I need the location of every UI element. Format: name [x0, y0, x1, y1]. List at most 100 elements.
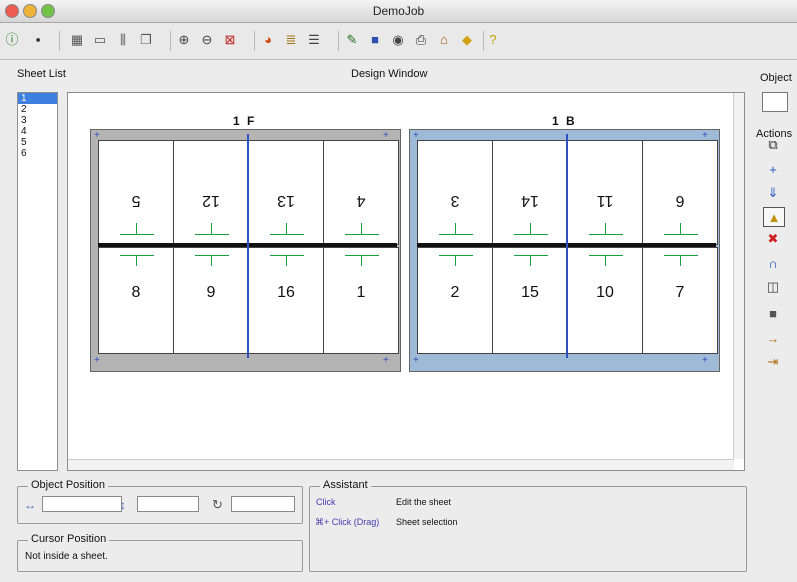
- fold-mark: [438, 234, 473, 235]
- fold-mark: [529, 255, 531, 266]
- layout-icon[interactable]: ▦: [68, 31, 86, 49]
- design-horizontal-scrollbar[interactable]: [68, 459, 734, 470]
- page-top[interactable]: 14: [492, 140, 568, 245]
- fold-mark: [438, 255, 473, 256]
- color-icon[interactable]: ◕: [259, 31, 277, 49]
- page-bottom[interactable]: 16: [248, 247, 324, 354]
- sheet-list-item[interactable]: 3: [18, 115, 57, 126]
- object-position-label: Object Position: [28, 479, 108, 491]
- page-top[interactable]: 5: [98, 140, 174, 245]
- assistant-desc-click: Edit the sheet: [396, 497, 452, 507]
- page-bottom[interactable]: 8: [98, 247, 174, 354]
- registration-mark-icon: +: [383, 130, 389, 141]
- duplicate-icon[interactable]: ◫: [763, 278, 783, 296]
- globe-icon[interactable]: ◉: [389, 31, 407, 49]
- command-key-icon: ⌘: [315, 517, 324, 527]
- tag-icon[interactable]: ◆: [458, 31, 476, 49]
- fold-mark: [513, 234, 548, 235]
- page-bottom[interactable]: 10: [567, 247, 643, 354]
- center-guide: [247, 134, 249, 358]
- registration-mark-icon: +: [702, 130, 708, 141]
- fold-mark: [269, 255, 304, 256]
- info-icon[interactable]: ⓘ: [3, 31, 21, 49]
- rotation-input[interactable]: [231, 496, 295, 512]
- move-in-icon[interactable]: →: [763, 329, 783, 347]
- horizontal-position-input[interactable]: [42, 496, 122, 512]
- sheet-list-item[interactable]: 5: [18, 137, 57, 148]
- sheet-list-splitter[interactable]: [60, 92, 65, 469]
- sheet-list-item[interactable]: 4: [18, 126, 57, 137]
- page-top[interactable]: 12: [173, 140, 249, 245]
- registration-mark-icon: +: [413, 355, 419, 366]
- page-bottom[interactable]: 2: [417, 247, 493, 354]
- sheet-list[interactable]: 123456: [17, 92, 58, 471]
- page-top[interactable]: 6: [642, 140, 718, 245]
- pages-icon[interactable]: ❐: [137, 31, 155, 49]
- columns-icon[interactable]: ⫼: [114, 31, 132, 49]
- window-title: DemoJob: [372, 4, 425, 18]
- building-icon[interactable]: ⌂: [435, 31, 453, 49]
- toolbar-separator: [59, 31, 60, 51]
- page-icon[interactable]: ▭: [91, 31, 109, 49]
- page-number: 15: [521, 284, 539, 301]
- page-bottom[interactable]: 9: [173, 247, 249, 354]
- move-out-icon[interactable]: ⇥: [763, 353, 783, 371]
- zoom-out-icon[interactable]: ⊖: [198, 31, 216, 49]
- fold-mark: [285, 255, 287, 266]
- press-sheet[interactable]: 5 8 12 9 13 16 4 1 + + + +: [90, 129, 401, 372]
- toolbar-separator: [338, 31, 339, 51]
- stack-icon[interactable]: ≣: [282, 31, 300, 49]
- fold-mark: [513, 255, 548, 256]
- horizontal-arrows-icon: ↔: [24, 498, 36, 512]
- page-number: 16: [277, 284, 295, 301]
- page-number: 13: [277, 192, 295, 209]
- design-vertical-scrollbar[interactable]: [733, 93, 744, 459]
- page-top[interactable]: 3: [417, 140, 493, 245]
- sheet-list-item[interactable]: 1: [18, 93, 57, 104]
- fold-mark: [344, 234, 379, 235]
- registration-mark-icon: +: [413, 130, 419, 141]
- rotation-icon: ↻: [212, 497, 223, 512]
- fill-icon[interactable]: ■: [763, 304, 783, 322]
- fold-mark: [588, 234, 623, 235]
- insert-icon[interactable]: ⇓: [763, 184, 783, 202]
- cursor-position-label: Cursor Position: [28, 533, 110, 545]
- fold-mark: [663, 234, 698, 235]
- fold-mark: [454, 255, 456, 266]
- object-preview[interactable]: [762, 92, 788, 112]
- press-sheet[interactable]: 3 2 14 15 11 10 6 7 + + + +: [409, 129, 720, 372]
- list-icon[interactable]: ☰: [305, 31, 323, 49]
- warning-icon[interactable]: ▲: [763, 207, 785, 227]
- delete-icon[interactable]: ✖: [763, 230, 783, 248]
- zoom-fit-icon[interactable]: ⊠: [221, 31, 239, 49]
- add-icon[interactable]: +: [763, 160, 783, 178]
- magnet-icon[interactable]: ∩: [763, 254, 783, 272]
- page-bottom[interactable]: 7: [642, 247, 718, 354]
- book-icon[interactable]: ■: [366, 31, 384, 49]
- page-bottom[interactable]: 15: [492, 247, 568, 354]
- page-top[interactable]: 11: [567, 140, 643, 245]
- help-icon[interactable]: ?: [484, 31, 502, 49]
- fold-mark: [194, 255, 229, 256]
- assistant-desc-drag: Sheet selection: [396, 517, 458, 527]
- fold-mark: [119, 255, 154, 256]
- edit-icon[interactable]: ✎: [343, 31, 361, 49]
- zoom-in-icon[interactable]: ⊕: [175, 31, 193, 49]
- page-top[interactable]: 13: [248, 140, 324, 245]
- print-icon[interactable]: ⎙: [412, 31, 430, 49]
- save-icon[interactable]: ▪: [29, 31, 47, 49]
- assistant-key-drag: + Click (Drag): [324, 517, 380, 527]
- sheet-list-item[interactable]: 2: [18, 104, 57, 115]
- sheet-list-item[interactable]: 6: [18, 148, 57, 159]
- vertical-arrows-icon: ↕: [120, 498, 126, 512]
- page-number: 6: [675, 192, 685, 209]
- copy-sheet-icon[interactable]: ⧉: [763, 136, 783, 154]
- page-top[interactable]: 4: [323, 140, 399, 245]
- cursor-position-group: Cursor Position Not inside a sheet.: [17, 533, 303, 572]
- vertical-position-input[interactable]: [137, 496, 199, 512]
- registration-mark-icon: +: [702, 355, 708, 366]
- page-bottom[interactable]: 1: [323, 247, 399, 354]
- page-number: 10: [596, 284, 614, 301]
- object-heading: Object: [760, 72, 792, 84]
- design-window[interactable]: 1 F 5 8 12 9 13 16 4 1 + + + +1 B 3 2 14 15 11 10 6 7 + + + +: [67, 92, 745, 471]
